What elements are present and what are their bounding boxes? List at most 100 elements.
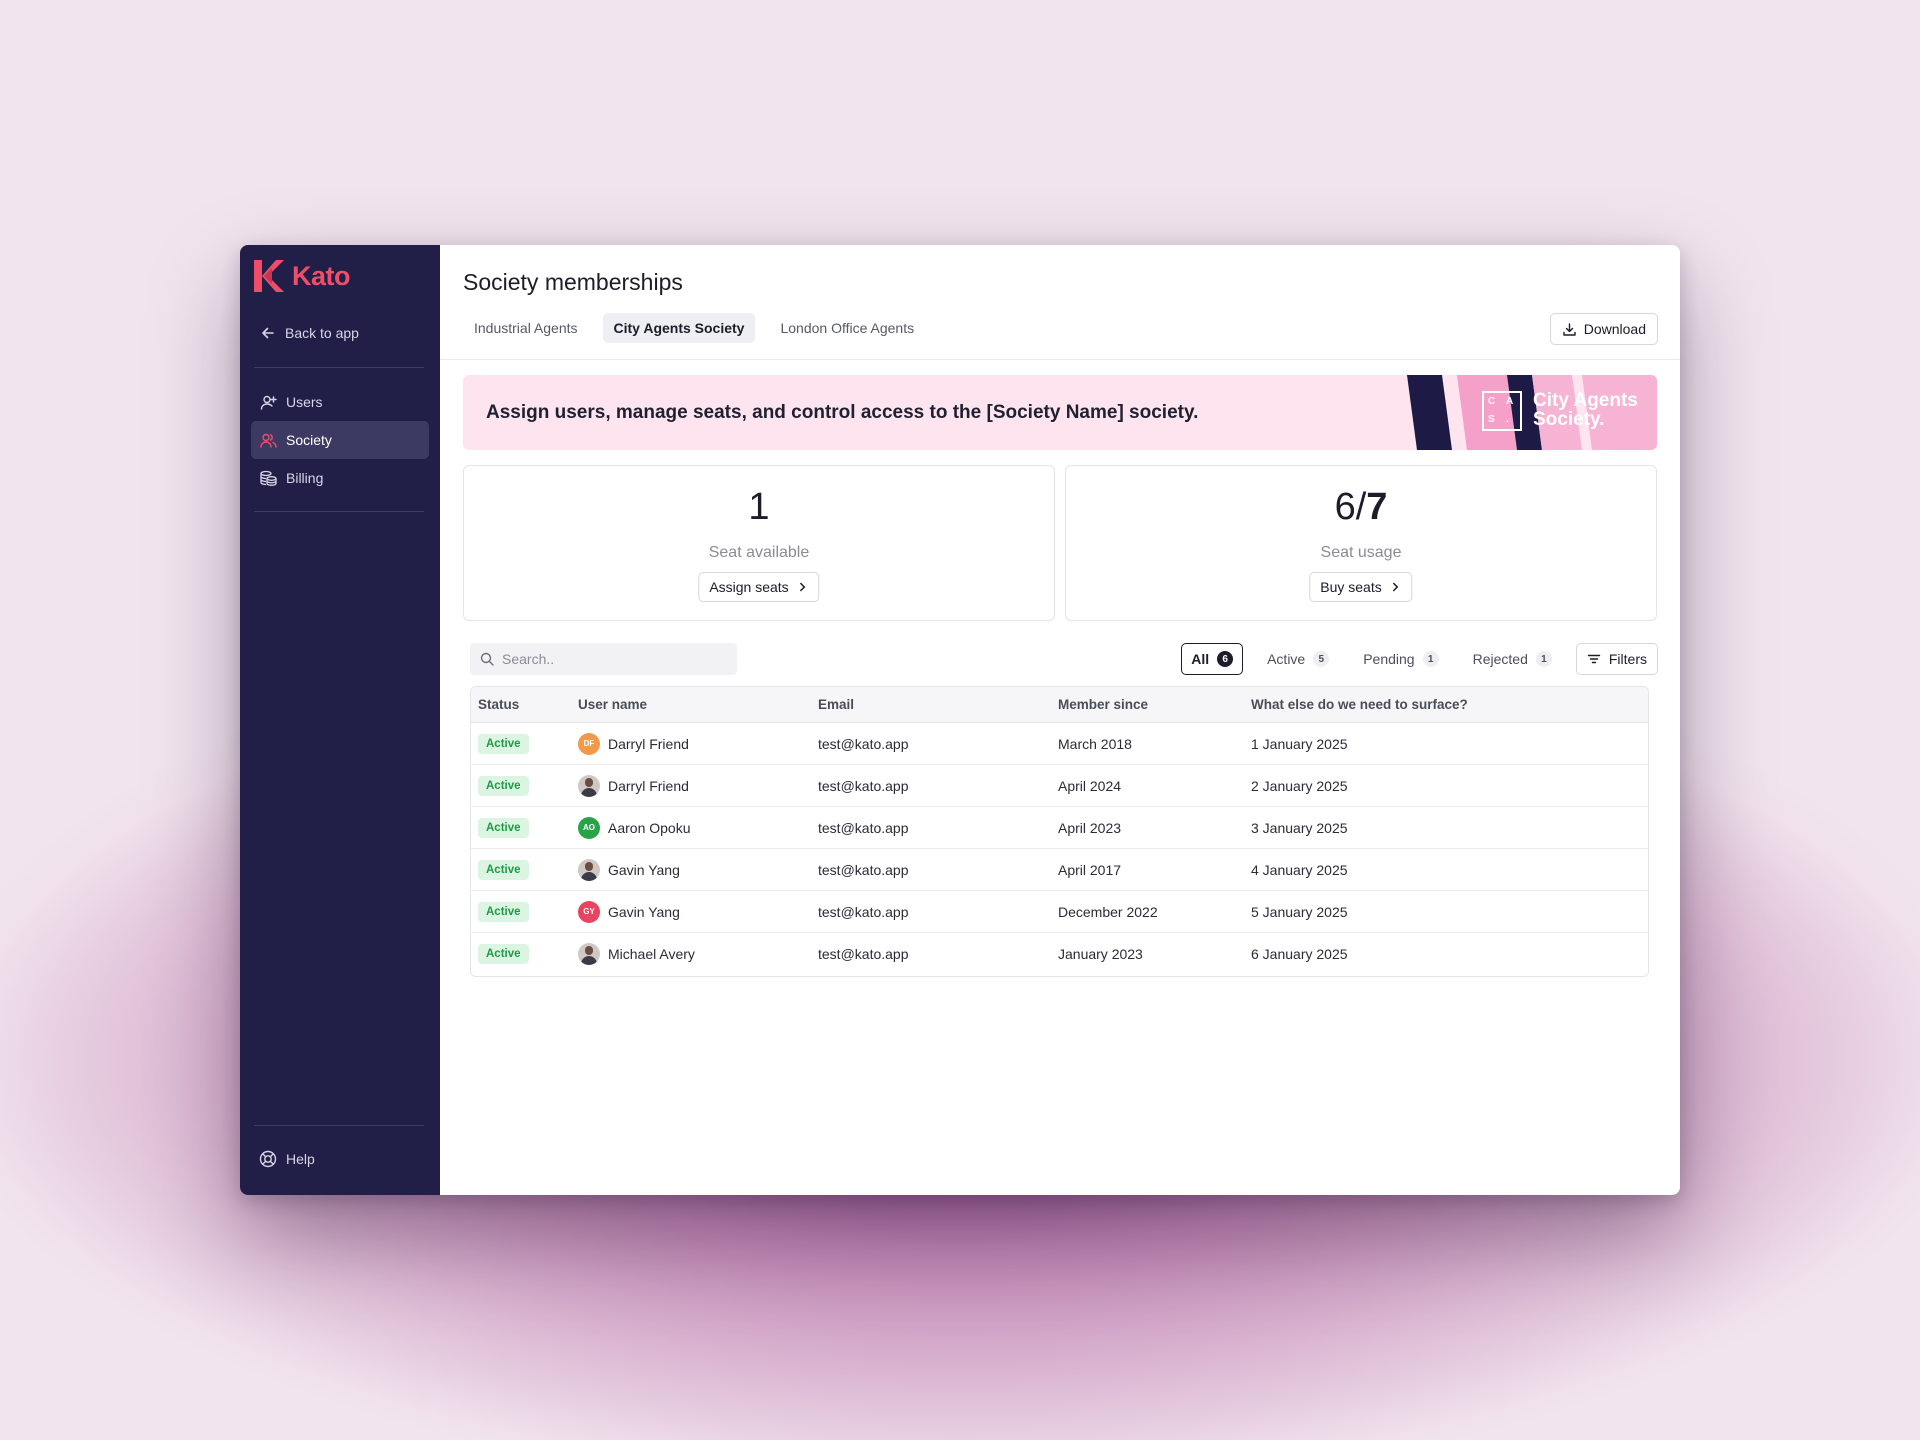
sidebar: Kato Back to app Users Society Billing H…	[240, 245, 440, 1195]
users-icon	[260, 432, 277, 449]
chevron-right-icon	[1390, 581, 1402, 593]
table-row[interactable]: Active AO Aaron Opoku test@kato.app April 20…	[471, 807, 1648, 849]
sidebar-item-billing[interactable]: Billing	[251, 459, 429, 497]
sidebar-item-society[interactable]: Society	[251, 421, 429, 459]
status-badge: Active	[478, 901, 529, 922]
tab-industrial-agents[interactable]: Industrial Agents	[463, 313, 589, 343]
avatar	[578, 858, 600, 881]
back-to-app-label: Back to app	[285, 325, 359, 341]
member-since-cell: January 2023	[1058, 946, 1143, 962]
back-to-app-link[interactable]: Back to app	[260, 325, 359, 341]
filter-count: 1	[1422, 651, 1439, 667]
filter-pending[interactable]: Pending 1	[1353, 643, 1448, 675]
sidebar-item-users[interactable]: Users	[251, 383, 429, 421]
members-table: Status User name Email Member since What…	[470, 686, 1649, 977]
table-row[interactable]: Active GY Gavin Yang test@kato.app December …	[471, 891, 1648, 933]
filters-button[interactable]: Filters	[1575, 643, 1658, 675]
tab-london-office-agents[interactable]: London Office Agents	[769, 313, 925, 343]
user-name[interactable]: Darryl Friend	[608, 736, 689, 752]
seats-available-card: 1 Seat available Assign seats	[463, 465, 1055, 621]
status-badge: Active	[478, 859, 529, 880]
status-filters: All 6 Active 5 Pending 1 Rejected 1 Filt…	[1181, 643, 1658, 675]
search-input[interactable]	[502, 651, 722, 667]
sidebar-item-label: Society	[286, 432, 332, 448]
assign-seats-button[interactable]: Assign seats	[698, 572, 820, 602]
search-field[interactable]	[470, 643, 737, 675]
filter-active[interactable]: Active 5	[1257, 643, 1339, 675]
extra-cell: 2 January 2025	[1251, 777, 1348, 794]
status-cell: Active	[471, 859, 578, 880]
filter-rejected[interactable]: Rejected 1	[1463, 643, 1562, 675]
buy-seats-button[interactable]: Buy seats	[1309, 572, 1413, 602]
user-name[interactable]: Darryl Friend	[608, 778, 689, 794]
user-name[interactable]: Aaron Opoku	[608, 820, 691, 836]
status-cell: Active	[471, 944, 578, 964]
download-button[interactable]: Download	[1549, 313, 1658, 345]
brand-line: City Agents	[1533, 390, 1638, 411]
user-name[interactable]: Gavin Yang	[608, 904, 680, 920]
help-link[interactable]: Help	[259, 1150, 315, 1168]
avatar-initials: DF	[583, 739, 595, 748]
status-cell: Active	[471, 901, 578, 922]
filter-count: 6	[1217, 651, 1234, 667]
society-logo-mark: C A S .	[1482, 391, 1522, 431]
lifebuoy-icon	[259, 1150, 277, 1168]
status-badge: Active	[478, 817, 529, 838]
column-header[interactable]: Email	[818, 697, 1058, 712]
table-row[interactable]: Active Gavin Yang test@kato.app April 2017 4…	[471, 849, 1648, 891]
filter-label: Active	[1267, 651, 1306, 667]
table-body: Active DF Darryl Friend test@kato.app March …	[471, 723, 1648, 975]
chevron-right-icon	[797, 581, 809, 593]
page-title: Society memberships	[463, 269, 683, 295]
download-icon	[1562, 322, 1577, 337]
extra-cell: 5 January 2025	[1251, 903, 1348, 920]
tab-city-agents-society[interactable]: City Agents Society	[602, 313, 756, 343]
user-cell: DF Darryl Friend	[578, 732, 818, 755]
extra-cell: 3 January 2025	[1251, 819, 1348, 836]
user-name[interactable]: Michael Avery	[608, 946, 695, 962]
avatar-initials: AO	[583, 823, 595, 832]
logo-letter: S	[1488, 414, 1495, 425]
filter-label: Pending	[1363, 651, 1415, 667]
table-header: Status User name Email Member since What…	[471, 687, 1648, 723]
user-cell: Gavin Yang	[578, 858, 818, 881]
kato-logo-icon	[254, 260, 284, 292]
filter-all[interactable]: All 6	[1181, 643, 1244, 675]
member-since-cell: April 2017	[1058, 861, 1122, 878]
help-label: Help	[286, 1151, 315, 1167]
status-badge: Active	[478, 944, 529, 964]
society-brand-graphic: C A S . City Agents Society.	[1407, 375, 1657, 450]
seats-total: 7	[1366, 486, 1388, 528]
header-divider	[440, 359, 1680, 360]
column-header[interactable]: User name	[578, 697, 818, 712]
avatar	[578, 943, 600, 965]
logo[interactable]: Kato	[254, 260, 351, 292]
avatar: AO	[578, 816, 600, 839]
table-row[interactable]: Active Michael Avery test@kato.app January …	[471, 933, 1648, 975]
table-row[interactable]: Active DF Darryl Friend test@kato.app March …	[471, 723, 1648, 765]
sidebar-item-label: Billing	[286, 470, 324, 486]
filter-label: All	[1191, 651, 1210, 667]
column-header[interactable]: Status	[471, 697, 578, 712]
member-since-cell: April 2023	[1058, 819, 1122, 836]
brand-name: Kato	[292, 260, 351, 291]
user-name[interactable]: Gavin Yang	[608, 862, 680, 878]
society-brand-name: City Agents Society.	[1533, 391, 1638, 429]
column-header[interactable]: What else do we need to surface?	[1251, 697, 1648, 712]
sidebar-item-label: Users	[286, 394, 323, 410]
seat-usage-value: 6/7	[1066, 486, 1656, 529]
table-row[interactable]: Active Darryl Friend test@kato.app April 20…	[471, 765, 1648, 807]
buy-seats-label: Buy seats	[1320, 579, 1382, 595]
avatar: DF	[578, 732, 600, 755]
user-cell: AO Aaron Opoku	[578, 816, 818, 839]
banner-text: Assign users, manage seats, and control …	[486, 402, 1199, 423]
email-cell: test@kato.app	[818, 903, 909, 920]
logo-letter: A	[1506, 396, 1514, 407]
seat-usage-label: Seat usage	[1320, 544, 1402, 561]
filter-label: Rejected	[1472, 651, 1528, 667]
user-cell: Michael Avery	[578, 943, 818, 965]
sidebar-divider	[254, 511, 424, 512]
column-header[interactable]: Member since	[1058, 697, 1251, 712]
email-cell: test@kato.app	[818, 777, 909, 794]
member-since-cell: March 2018	[1058, 735, 1132, 752]
